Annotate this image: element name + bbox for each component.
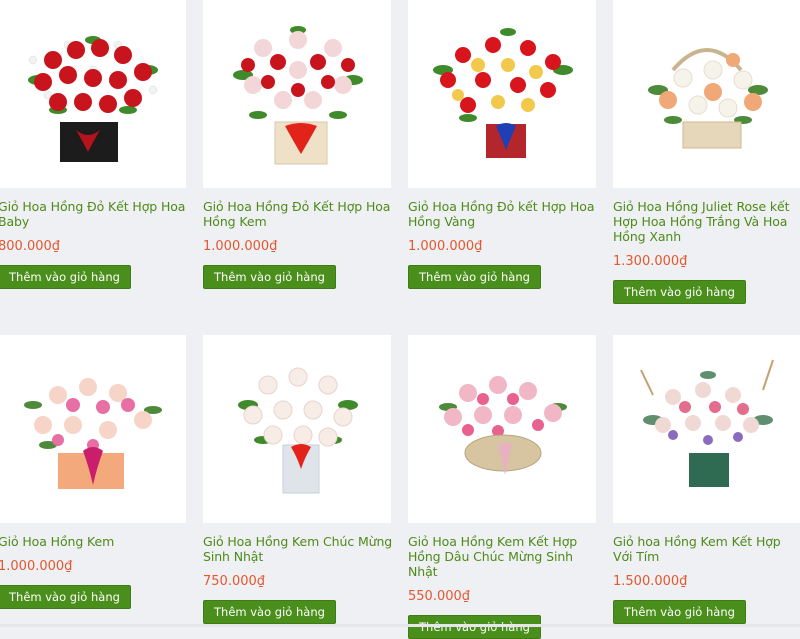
product-image[interactable] <box>613 0 800 188</box>
product-title[interactable]: Giỏ Hoa Hồng Juliet Rose kết Hợp Hoa Hồn… <box>613 199 800 244</box>
product-grid: Giỏ Hoa Hồng Đỏ Kết Hợp Hoa Baby 800.000… <box>0 0 800 639</box>
product-image[interactable] <box>613 335 800 523</box>
product-card: Giỏ Hoa Hồng Kem Kết Hợp Hồng Dâu Chúc M… <box>408 335 598 639</box>
product-title[interactable]: Giỏ Hoa Hồng Kem Kết Hợp Hồng Dâu Chúc M… <box>408 534 598 579</box>
product-card: Giỏ Hoa Hồng Đỏ Kết Hợp Hoa Hồng Kem 1.0… <box>203 0 393 289</box>
product-image[interactable] <box>0 0 186 188</box>
product-card: Giỏ Hoa Hồng Juliet Rose kết Hợp Hoa Hồn… <box>613 0 800 304</box>
add-to-cart-button[interactable]: Thêm vào giỏ hàng <box>203 265 336 289</box>
product-card: Giỏ Hoa Hồng Kem Chúc Mừng Sinh Nhật 750… <box>203 335 393 624</box>
product-price: 1.000.000₫ <box>408 239 483 254</box>
product-image[interactable] <box>0 335 186 523</box>
add-to-cart-button[interactable]: Thêm vào giỏ hàng <box>0 265 131 289</box>
product-title[interactable]: Giỏ Hoa Hồng Đỏ Kết Hợp Hoa Hồng Kem <box>203 199 393 229</box>
add-to-cart-button[interactable]: Thêm vào giỏ hàng <box>408 615 541 639</box>
product-price: 750.000₫ <box>203 574 266 589</box>
product-title[interactable]: Giỏ Hoa Hồng Đỏ Kết Hợp Hoa Baby <box>0 199 188 229</box>
add-to-cart-button[interactable]: Thêm vào giỏ hàng <box>203 600 336 624</box>
product-title[interactable]: Giỏ Hoa Hồng Đỏ kết Hợp Hoa Hồng Vàng <box>408 199 598 229</box>
product-card: Giỏ Hoa Hồng Kem 1.000.000₫ Thêm vào giỏ… <box>0 335 188 609</box>
product-price: 1.000.000₫ <box>203 239 278 254</box>
product-price: 1.500.000₫ <box>613 574 688 589</box>
product-image[interactable] <box>408 0 596 188</box>
add-to-cart-button[interactable]: Thêm vào giỏ hàng <box>0 585 131 609</box>
add-to-cart-button[interactable]: Thêm vào giỏ hàng <box>613 280 746 304</box>
product-price: 550.000₫ <box>408 589 471 604</box>
product-title[interactable]: Giỏ hoa Hồng Kem Kết Hợp Với Tím <box>613 534 800 564</box>
product-image[interactable] <box>203 335 391 523</box>
product-title[interactable]: Giỏ Hoa Hồng Kem <box>0 534 188 549</box>
product-card: Giỏ Hoa Hồng Đỏ Kết Hợp Hoa Baby 800.000… <box>0 0 188 289</box>
product-price: 1.000.000₫ <box>0 559 73 574</box>
product-image[interactable] <box>203 0 391 188</box>
product-card: Giỏ hoa Hồng Kem Kết Hợp Với Tím 1.500.0… <box>613 335 800 624</box>
product-price: 800.000₫ <box>0 239 61 254</box>
add-to-cart-button[interactable]: Thêm vào giỏ hàng <box>408 265 541 289</box>
product-card: Giỏ Hoa Hồng Đỏ kết Hợp Hoa Hồng Vàng 1.… <box>408 0 598 289</box>
product-image[interactable] <box>408 335 596 523</box>
product-price: 1.300.000₫ <box>613 254 688 269</box>
add-to-cart-button[interactable]: Thêm vào giỏ hàng <box>613 600 746 624</box>
product-title[interactable]: Giỏ Hoa Hồng Kem Chúc Mừng Sinh Nhật <box>203 534 393 564</box>
